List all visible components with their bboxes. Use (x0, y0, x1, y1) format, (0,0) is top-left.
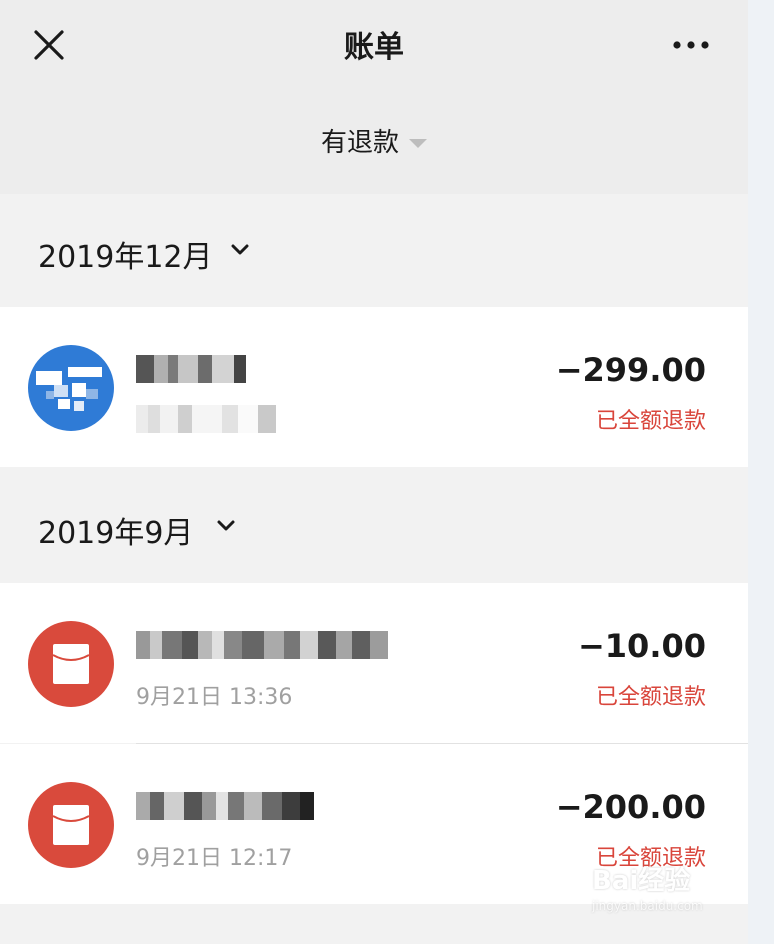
red-packet-icon (28, 621, 114, 707)
month-header-2019-09[interactable]: 2019年9月 (0, 470, 748, 582)
baidu-jingyan-watermark: Bai经验 jingyan.baidu.com (592, 860, 742, 930)
filter-label: 有退款 (320, 128, 399, 158)
page-title: 账单 (344, 30, 404, 65)
more-icon (673, 41, 709, 49)
merchant-avatar (28, 345, 114, 431)
red-packet-avatar (28, 621, 114, 707)
bill-page: 账单 有退款 2019年12月 −299.00 已全额退款 2019年9月 9月… (0, 0, 748, 944)
transaction-amount: −200.00 (555, 788, 706, 826)
watermark-logo: Bai经验 (592, 866, 691, 896)
watermark-url: jingyan.baidu.com (592, 899, 703, 913)
red-packet-icon (28, 782, 114, 868)
chevron-down-icon (230, 242, 250, 256)
transaction-time: 9月21日 13:36 (136, 685, 293, 710)
transaction-amount: −299.00 (555, 351, 706, 389)
month-label: 2019年9月 (38, 516, 194, 551)
month-label: 2019年12月 (38, 240, 213, 275)
top-bar: 账单 (0, 0, 748, 88)
transaction-amount: −10.00 (577, 627, 706, 665)
chevron-down-icon (216, 518, 236, 532)
edge-strip (748, 0, 774, 944)
dropdown-caret-icon (409, 139, 427, 148)
payee-name-obscured (136, 631, 388, 661)
month-header-2019-12[interactable]: 2019年12月 (0, 194, 748, 306)
merchant-name-obscured (136, 355, 246, 385)
refund-filter-dropdown[interactable]: 有退款 (0, 122, 748, 162)
filter-bar: 有退款 (0, 88, 748, 194)
payee-name-obscured (136, 792, 314, 822)
transaction-time: 9月21日 12:17 (136, 846, 293, 871)
transaction-row[interactable]: 9月21日 13:36 −10.00 已全额退款 (0, 583, 748, 744)
refund-status: 已全额退款 (595, 685, 706, 710)
refund-status: 已全额退款 (595, 409, 706, 434)
more-button[interactable] (668, 28, 714, 62)
merchant-subtitle-obscured (136, 405, 276, 435)
transaction-row[interactable]: −299.00 已全额退款 (0, 307, 748, 467)
red-packet-avatar (28, 782, 114, 868)
